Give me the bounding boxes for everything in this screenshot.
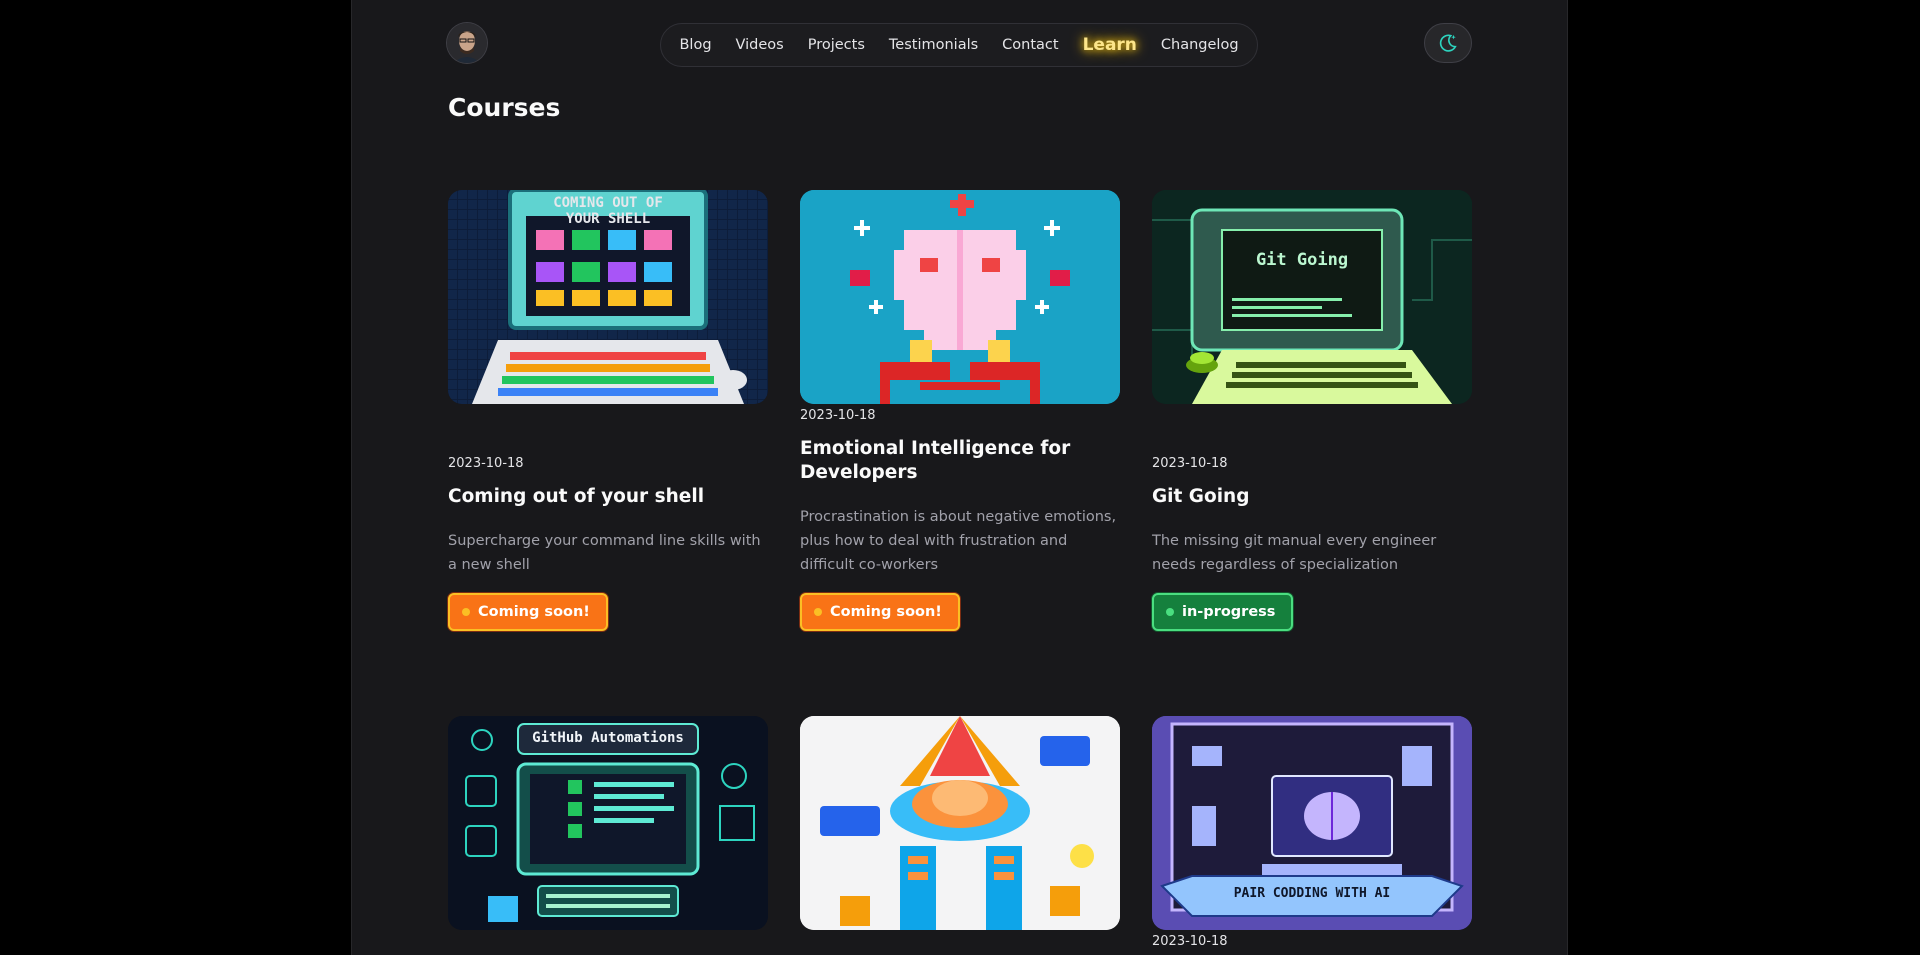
course-image-github-automations: GitHub Automations: [448, 716, 768, 930]
nav-testimonials[interactable]: Testimonials: [877, 37, 990, 53]
status-badge[interactable]: in-progress: [1152, 593, 1294, 631]
course-card-github-automations[interactable]: GitHub Automations: [448, 716, 768, 930]
course-description: Supercharge your command line skills wit…: [448, 533, 761, 573]
status-badge[interactable]: Coming soon!: [448, 593, 608, 631]
main-nav: Blog Videos Projects Testimonials Contac…: [660, 23, 1258, 67]
status-label: Coming soon!: [478, 604, 590, 620]
course-title[interactable]: Git Going: [1152, 485, 1472, 509]
course-image-shell: COMING OUT OF YOUR SHELL: [448, 190, 768, 404]
course-card-shell[interactable]: COMING OUT OF YOUR SHELL 2023-10-18 Comi…: [448, 190, 768, 631]
course-card-emotional-intelligence[interactable]: 2023-10-18 Emotional Intelligence for De…: [800, 190, 1120, 631]
nav-videos[interactable]: Videos: [724, 37, 796, 53]
course-description: The missing git manual every engineer ne…: [1152, 533, 1437, 573]
course-date: 2023-10-18: [800, 408, 876, 423]
status-badge[interactable]: Coming soon!: [800, 593, 960, 631]
nav-learn[interactable]: Learn: [1071, 35, 1149, 55]
course-image-caption: COMING OUT OF YOUR SHELL: [553, 195, 663, 227]
course-date: 2023-10-18: [1152, 934, 1228, 949]
course-image-caption: Git Going: [1255, 250, 1349, 270]
nav-blog[interactable]: Blog: [667, 37, 723, 53]
theme-toggle-button[interactable]: [1424, 23, 1472, 63]
course-image-emotional-intelligence: [800, 190, 1120, 404]
nav-projects[interactable]: Projects: [796, 37, 877, 53]
course-card-cloud[interactable]: [800, 716, 1120, 930]
course-card-pair-coding[interactable]: PAIR CODDING WITH AI 2023-10-18: [1152, 716, 1472, 949]
course-title[interactable]: Coming out of your shell: [448, 485, 768, 509]
course-image-pair-coding: PAIR CODDING WITH AI: [1152, 716, 1472, 930]
nav-contact[interactable]: Contact: [990, 37, 1070, 53]
course-image-git-going: Git Going: [1152, 190, 1472, 404]
moon-sparkle-icon: [1439, 34, 1457, 52]
status-dot-icon: [1166, 608, 1174, 616]
avatar[interactable]: [447, 23, 487, 63]
nav-changelog[interactable]: Changelog: [1149, 37, 1251, 53]
status-label: in-progress: [1182, 604, 1276, 620]
course-date: 2023-10-18: [1152, 456, 1228, 471]
status-label: Coming soon!: [830, 604, 942, 620]
page-title: Courses: [448, 93, 561, 122]
course-title[interactable]: Emotional Intelligence for Developers: [800, 437, 1120, 485]
course-image-caption: PAIR CODDING WITH AI: [1233, 886, 1391, 901]
course-image-caption: GitHub Automations: [532, 730, 684, 746]
course-date: 2023-10-18: [448, 456, 524, 471]
status-dot-icon: [814, 608, 822, 616]
course-card-git-going[interactable]: Git Going 2023-10-18 Git Going The missi…: [1152, 190, 1472, 631]
status-dot-icon: [462, 608, 470, 616]
course-description: Procrastination is about negative emotio…: [800, 509, 1117, 573]
course-image-cloud: [800, 716, 1120, 930]
